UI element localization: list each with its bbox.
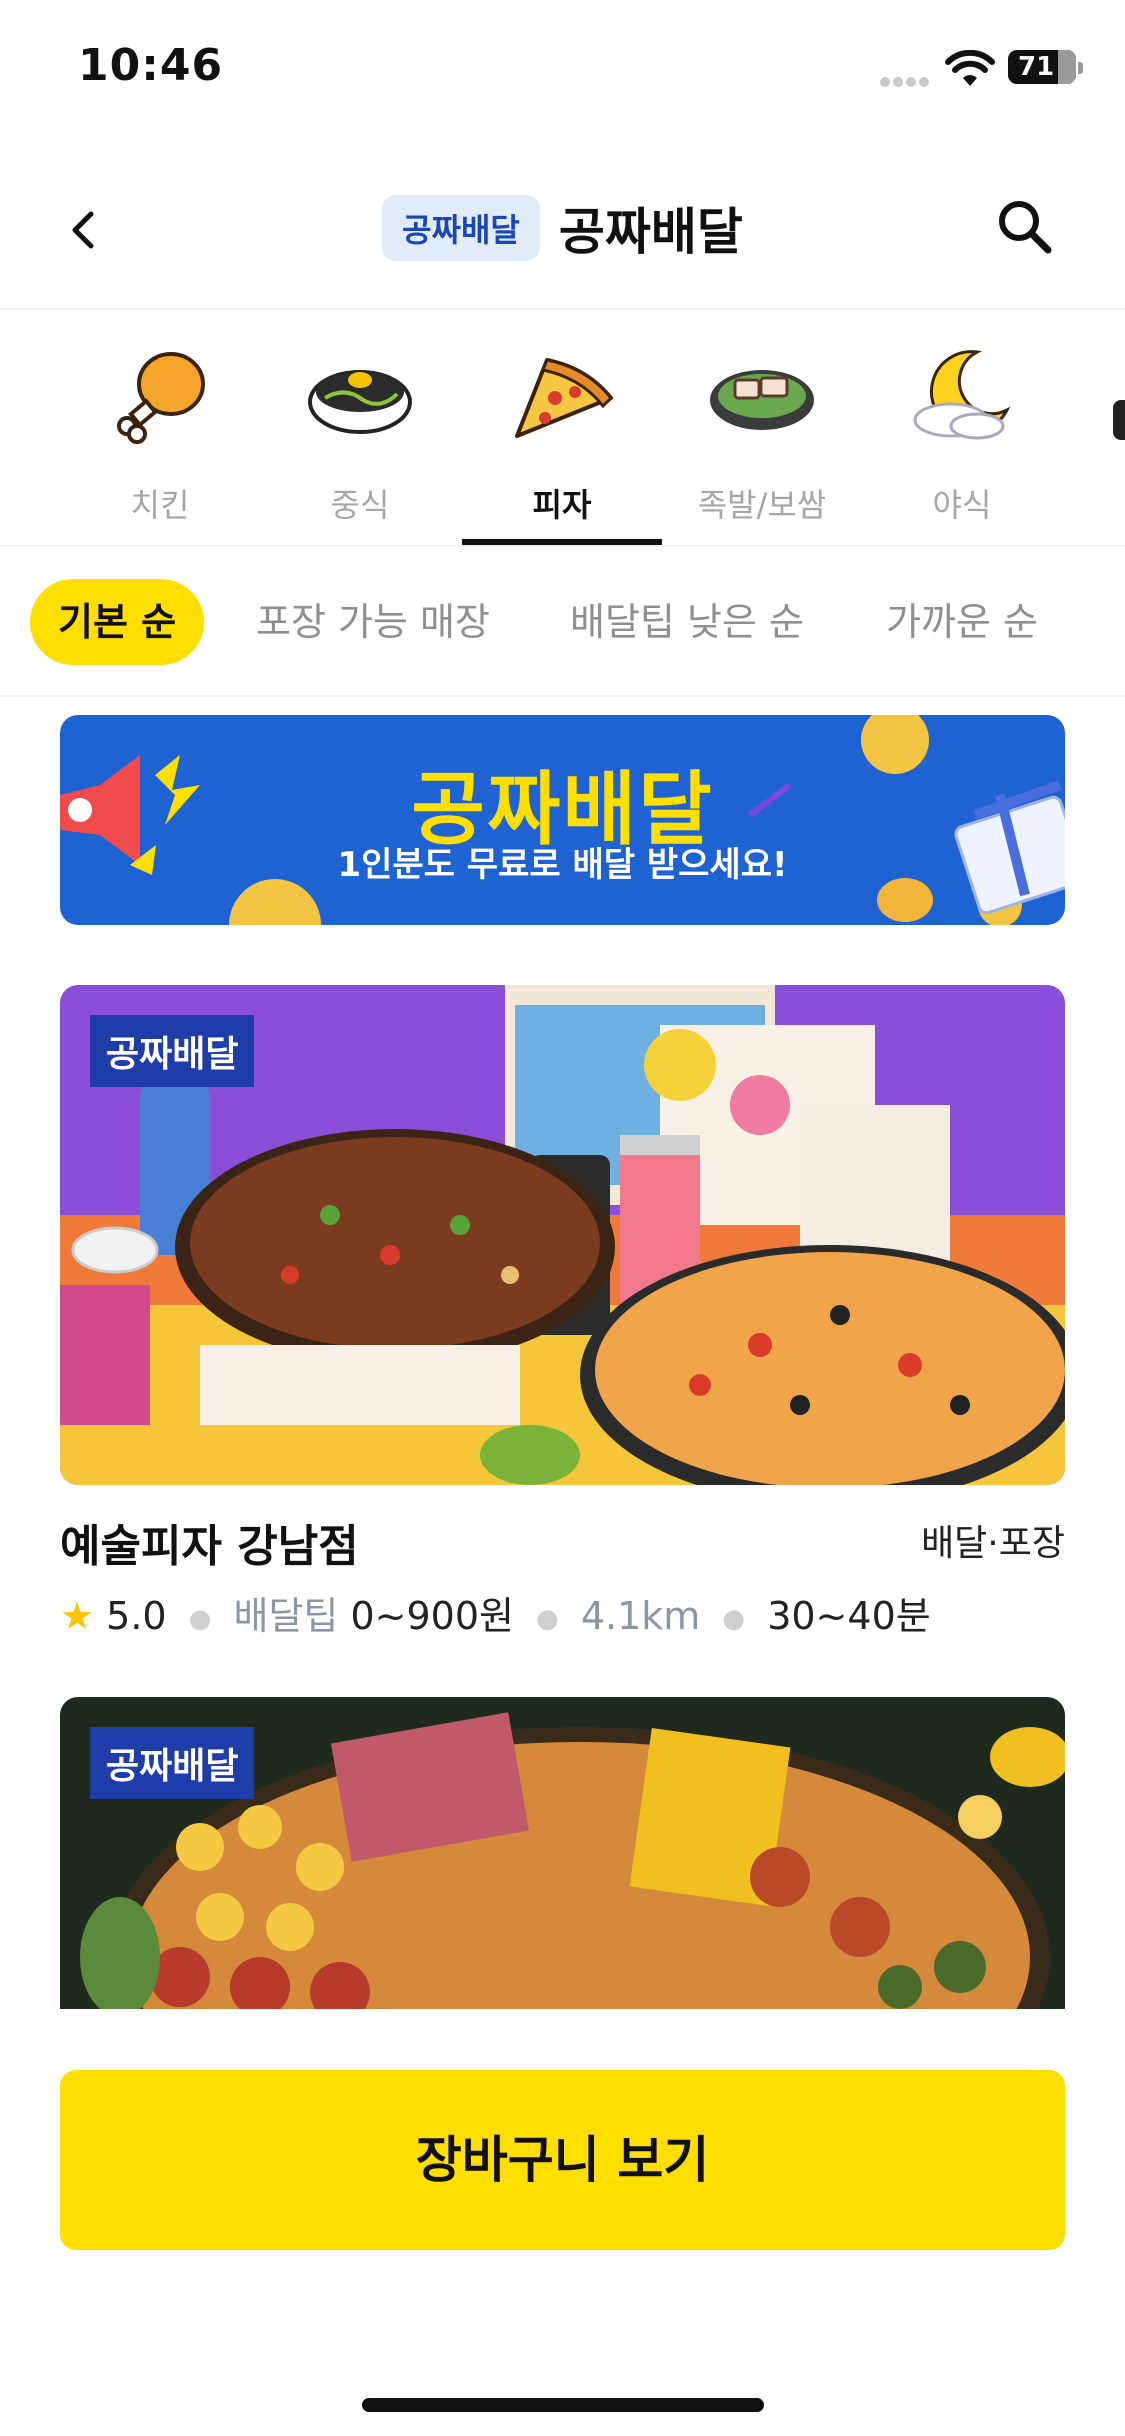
sort-filters: 기본 순 포장 가능 매장 배달팁 낮은 순 가까운 순 — [0, 575, 1125, 675]
category-tabs: 치킨 중식 피자 족발/보쌈 야식 — [0, 330, 1125, 545]
partial-category-icon — [0, 370, 10, 420]
delivery-tip-label: 배달팁 — [233, 1594, 339, 1638]
category-label: 치킨 — [130, 486, 190, 524]
wifi-icon — [945, 50, 995, 86]
store-image[interactable]: 공짜배달 — [60, 1697, 1065, 2009]
battery-level: 71 — [1018, 52, 1055, 82]
search-icon[interactable] — [990, 192, 1060, 262]
page-title-text: 공짜배달 — [558, 203, 743, 261]
free-delivery-badge: 공짜배달 — [382, 195, 540, 261]
filter-takeout[interactable]: 포장 가능 매장 — [228, 579, 518, 665]
header-divider — [0, 308, 1125, 310]
view-cart-button[interactable]: 장바구니 보기 — [60, 2070, 1065, 2250]
delivery-time: 30~40분 — [767, 1594, 931, 1638]
store-meta: ★ 5.0 ● 배달팁 0~900원 ● 4.1km ● 30~40분 — [60, 1585, 931, 1640]
category-label: 피자 — [532, 486, 592, 524]
promo-subtitle: 1인분도 무료로 배달 받으세요! — [337, 845, 788, 885]
store-badge: 공짜배달 — [90, 1727, 255, 1799]
noodles-icon — [308, 370, 412, 434]
header: 공짜배달 공짜배달 — [0, 170, 1125, 310]
status-bar: 10:46 71 — [0, 0, 1125, 140]
category-chinese[interactable]: 중식 — [260, 330, 460, 545]
filter-default[interactable]: 기본 순 — [30, 579, 205, 665]
category-late-night[interactable]: 야식 — [862, 330, 1062, 545]
filters-divider — [0, 695, 1125, 697]
battery-icon: 71 — [1008, 50, 1076, 84]
store-distance: 4.1km — [580, 1594, 701, 1638]
page-title: 공짜배달 공짜배달 — [0, 192, 1125, 264]
store-service-type: 배달·포장 — [921, 1523, 1065, 1564]
store-image[interactable]: 공짜배달 — [60, 985, 1065, 1485]
home-indicator[interactable] — [362, 2398, 764, 2412]
separator-dot: ● — [722, 1603, 746, 1634]
separator-dot: ● — [536, 1603, 559, 1634]
pizza-icon — [515, 358, 614, 438]
status-time: 10:46 — [78, 40, 224, 91]
promo-banner[interactable]: 공짜배달 1인분도 무료로 배달 받으세요! — [60, 715, 1065, 925]
store-name[interactable]: 예술피자 강남점 — [60, 1510, 359, 1574]
chicken-icon — [117, 352, 205, 444]
store-badge: 공짜배달 — [90, 1015, 255, 1087]
bossam-icon — [710, 370, 814, 430]
partial-category-icon — [1113, 400, 1125, 440]
category-jokbal-bossam[interactable]: 족발/보쌈 — [662, 330, 862, 545]
category-pizza[interactable]: 피자 — [462, 330, 662, 545]
delivery-tip: 0~900원 — [350, 1594, 514, 1638]
category-chicken[interactable]: 치킨 — [60, 330, 260, 545]
filter-nearest[interactable]: 가까운 순 — [858, 579, 1066, 665]
star-icon: ★ — [60, 1594, 95, 1638]
cellular-signal-icon — [880, 72, 934, 87]
separator-dot: ● — [188, 1603, 212, 1634]
category-label: 야식 — [932, 486, 992, 524]
filter-low-tip[interactable]: 배달팁 낮은 순 — [542, 579, 832, 665]
store-rating: 5.0 — [106, 1594, 167, 1638]
category-label: 중식 — [330, 486, 390, 524]
moon-icon — [913, 350, 1011, 440]
category-divider — [0, 545, 1125, 547]
category-label: 족발/보쌈 — [697, 486, 827, 524]
